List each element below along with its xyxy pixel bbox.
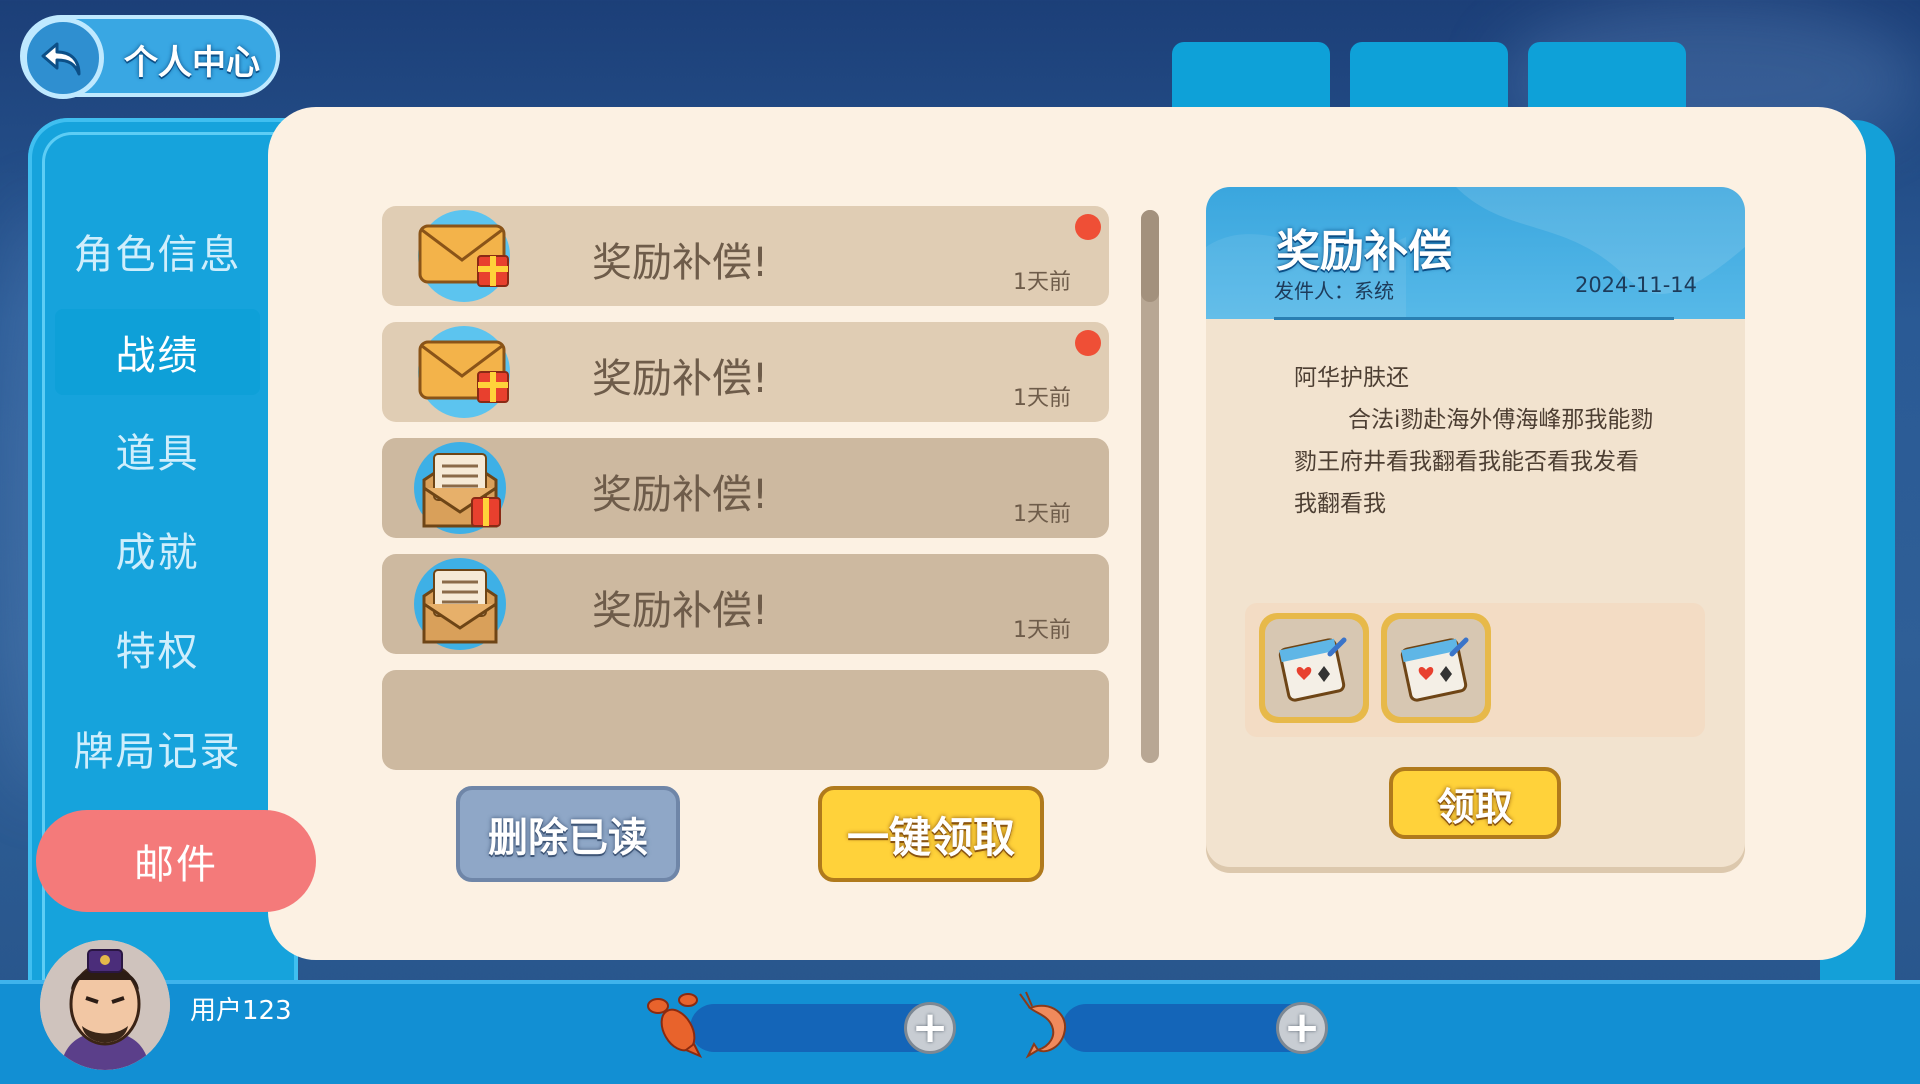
mail-title: 奖励补偿! (592, 356, 769, 402)
body-line: 勠王府井看我翻看我能否看我发看 (1294, 449, 1639, 475)
reward-item[interactable] (1381, 613, 1491, 723)
add-lobster-button[interactable]: + (904, 1002, 956, 1054)
mail-list-item[interactable]: 奖励补偿! 1天前 (382, 554, 1109, 654)
add-shrimp-button[interactable]: + (1276, 1002, 1328, 1054)
mail-time: 1天前 (1013, 270, 1071, 295)
reward-item[interactable] (1259, 613, 1369, 723)
sidebar-item-achievements[interactable]: 成就 (55, 506, 260, 592)
mail-list-item[interactable]: 奖励补偿! 1天前 (382, 438, 1109, 538)
card-calendar-icon (1400, 637, 1469, 702)
mail-list-item[interactable]: 奖励补偿! 1天前 (382, 322, 1109, 422)
claim-all-button[interactable]: 一键领取 (818, 786, 1044, 882)
sidebar-item-record[interactable]: 战绩 (55, 309, 260, 395)
back-title-bar: 个人中心 (20, 15, 280, 99)
mail-time: 1天前 (1013, 618, 1071, 643)
avatar[interactable] (40, 940, 170, 1070)
avatar-portrait-icon (40, 940, 170, 1070)
body-line: 我翻看我 (1294, 491, 1386, 517)
delete-read-button[interactable]: 删除已读 (456, 786, 680, 882)
mail-detail-date: 2024-11-14 (1574, 273, 1697, 297)
lobster-icon (647, 993, 703, 1058)
mail-list-empty-slot (382, 670, 1109, 770)
sidebar-item-items[interactable]: 道具 (55, 407, 260, 493)
mail-detail-sender: 发件人：系统 (1274, 279, 1394, 303)
gift-mail-icon (418, 326, 510, 418)
mail-title: 奖励补偿! (592, 588, 769, 634)
scrollbar-thumb[interactable] (1141, 210, 1159, 302)
back-button[interactable] (22, 17, 104, 99)
claim-button[interactable]: 领取 (1389, 767, 1561, 839)
mail-title: 奖励补偿! (592, 472, 769, 518)
opened-gift-mail-icon (414, 442, 506, 534)
reward-list (1245, 603, 1705, 737)
mail-list-item[interactable]: 奖励补偿! 1天前 (382, 206, 1109, 306)
mail-detail-title: 奖励补偿 (1276, 226, 1452, 277)
mail-title: 奖励补偿! (592, 240, 769, 286)
header-divider (1274, 317, 1674, 320)
mail-time: 1天前 (1013, 502, 1071, 527)
shrimp-icon (1019, 991, 1067, 1059)
page-title: 个人中心 (124, 43, 260, 83)
sidebar-item-character-info[interactable]: 角色信息 (55, 208, 260, 294)
mail-detail-body: 阿华护肤还 合法i勠赴海外傅海峰那我能勠 勠王府井看我翻看我能否看我发看 我翻看… (1294, 357, 1704, 525)
mail-detail-card: 奖励补偿 发件人：系统 2024-11-14 阿华护肤还 合法i勠赴海外傅海峰那… (1206, 187, 1745, 867)
sidebar-item-game-records[interactable]: 牌局记录 (55, 705, 260, 791)
sidebar-item-privileges[interactable]: 特权 (55, 605, 260, 691)
sidebar-item-mail[interactable]: 邮件 (36, 810, 316, 912)
unread-dot (1075, 330, 1101, 356)
opened-mail-icon (414, 558, 506, 650)
gift-mail-icon (418, 210, 510, 302)
mail-detail-header: 奖励补偿 发件人：系统 2024-11-14 (1206, 187, 1745, 320)
body-line: 阿华护肤还 (1294, 365, 1409, 391)
back-arrow-icon (41, 42, 81, 76)
card-calendar-icon (1278, 637, 1347, 702)
username: 用户123 (190, 996, 292, 1026)
body-line: 合法i勠赴海外傅海峰那我能勠 (1348, 407, 1654, 433)
unread-dot (1075, 214, 1101, 240)
mail-time: 1天前 (1013, 386, 1071, 411)
